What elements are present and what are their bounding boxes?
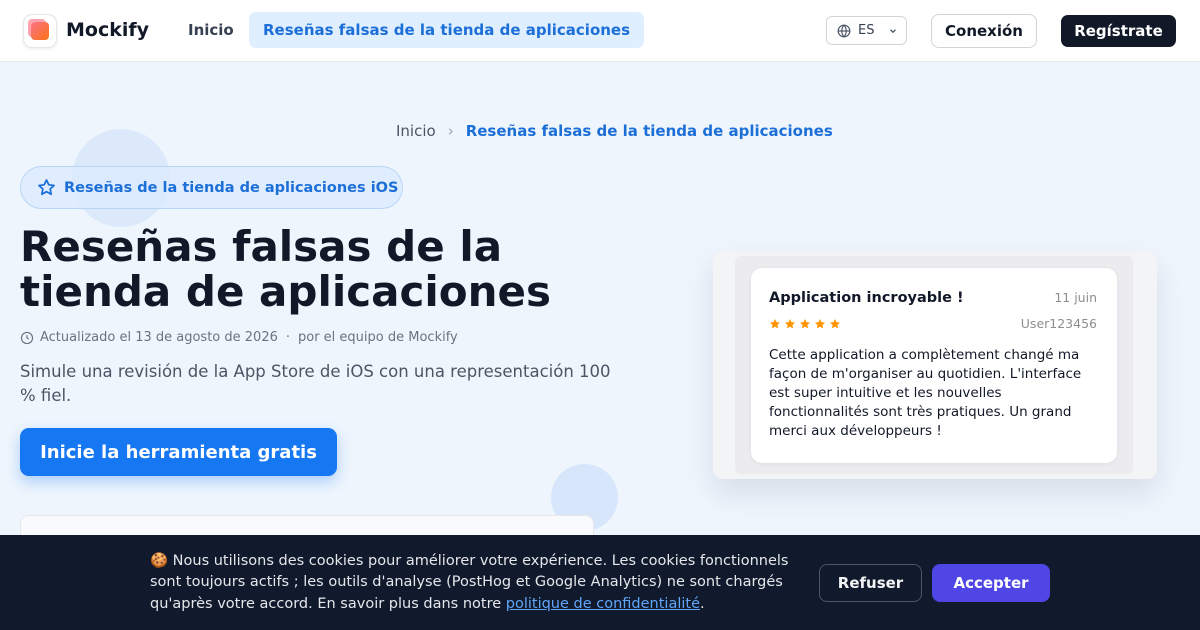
privacy-policy-link[interactable]: politique de confidentialité [506, 596, 700, 612]
breadcrumb-separator: › [447, 122, 454, 140]
globe-icon [837, 23, 851, 38]
breadcrumb-home[interactable]: Inicio [396, 122, 436, 140]
review-date: 11 juin [1054, 290, 1097, 305]
breadcrumb: Inicio › Reseñas falsas de la tienda de … [396, 122, 833, 140]
language-selector[interactable]: ES [826, 16, 907, 45]
cookie-text-end: . [700, 595, 705, 612]
review-title: Application incroyable ! [769, 290, 964, 306]
badge-label: Reseñas de la tienda de aplicaciones iOS [64, 179, 399, 196]
login-button[interactable]: Conexión [931, 14, 1037, 48]
category-badge: Reseñas de la tienda de aplicaciones iOS [20, 166, 403, 209]
page-title: Reseñas falsas de la tienda de aplicacio… [20, 222, 552, 316]
mockify-logo-icon[interactable] [23, 14, 57, 48]
updated-date: Actualizado el 13 de agosto de 2026 [40, 330, 278, 345]
star-outline-icon [38, 179, 55, 196]
nav-link-home[interactable]: Inicio [188, 21, 234, 39]
language-code: ES [858, 23, 875, 38]
brand-name[interactable]: Mockify [66, 19, 149, 41]
breadcrumb-current: Reseñas falsas de la tienda de aplicacio… [465, 122, 833, 140]
nav-link-fake-reviews[interactable]: Reseñas falsas de la tienda de aplicacio… [249, 12, 645, 48]
star-icon [770, 319, 780, 329]
cookie-emoji: 🍪 [150, 553, 169, 569]
signup-button[interactable]: Regístrate [1061, 15, 1176, 47]
review-body: Cette application a complètement changé … [769, 347, 1082, 439]
start-tool-button[interactable]: Inicie la herramienta gratis [20, 428, 337, 476]
review-username: User123456 [1020, 316, 1097, 331]
cookie-message: 🍪 Nous utilisons des cookies pour amélio… [150, 551, 810, 615]
page-description: Simule una revisión de la App Store de i… [20, 362, 611, 405]
refuse-cookies-button[interactable]: Refuser [819, 564, 922, 602]
author: por el equipo de Mockify [298, 330, 458, 345]
meta-separator: · [285, 330, 290, 345]
review-stars [769, 318, 844, 330]
star-icon [830, 319, 840, 329]
accept-cookies-button[interactable]: Accepter [932, 564, 1050, 602]
star-icon [815, 319, 825, 329]
chevron-down-icon [890, 28, 897, 33]
review-card: Application incroyable ! 11 juin User123… [751, 268, 1117, 463]
star-icon [785, 319, 795, 329]
star-icon [800, 319, 810, 329]
article-meta: Actualizado el 13 de agosto de 2026 · po… [20, 330, 458, 345]
clock-icon [20, 331, 34, 344]
site-header: Mockify Inicio Reseñas falsas de la tien… [0, 0, 1200, 62]
